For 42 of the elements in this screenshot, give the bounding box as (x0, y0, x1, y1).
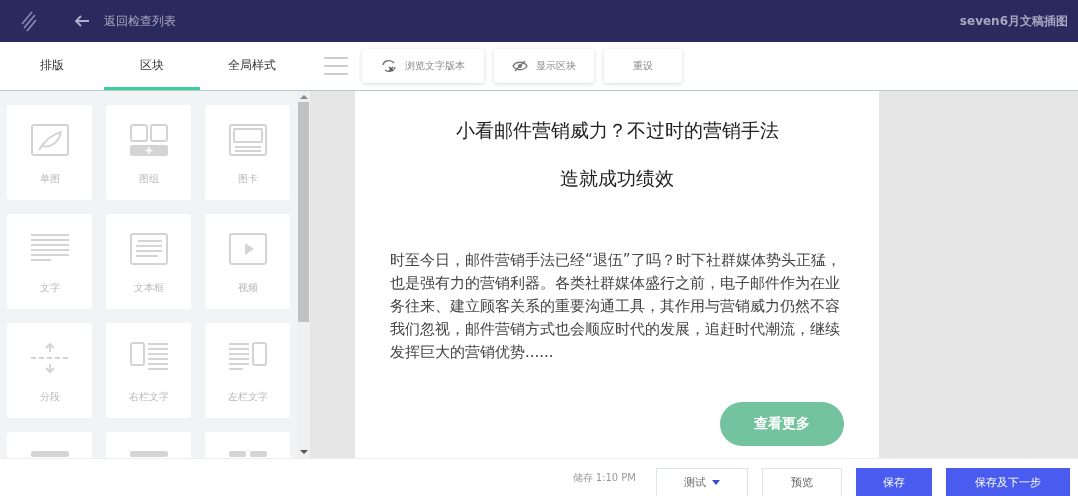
preview-title: 造就成功绩效 (560, 166, 674, 191)
block-card[interactable]: 文字 (7, 214, 92, 309)
block-card[interactable]: 右栏文字 (106, 323, 191, 418)
save-next-button[interactable]: 保存及下一步 (946, 468, 1070, 496)
block-card[interactable]: 分段 (7, 323, 92, 418)
scroll-up-icon[interactable] (299, 94, 308, 100)
back-link[interactable]: 返回检查列表 (104, 12, 176, 30)
document-title: seven6月文稿插图 (959, 12, 1068, 30)
preview-button[interactable]: 预览 (762, 468, 842, 496)
logo-icon (20, 10, 38, 32)
toolbar-button[interactable]: 显示区块 (494, 49, 594, 83)
image-card-icon (228, 124, 267, 156)
read-more-button[interactable]: 查看更多 (720, 402, 844, 446)
test-dropdown[interactable]: 测试 (656, 468, 748, 496)
scroll-down-icon[interactable] (299, 449, 308, 455)
divider-arrows-icon (30, 342, 69, 374)
bar-icon (30, 451, 69, 457)
image-icon (30, 124, 69, 156)
block-card[interactable]: 文本框 (106, 214, 191, 309)
toolbar-button[interactable]: 重设 (604, 49, 682, 83)
caret-icon (712, 480, 720, 485)
preview-paragraph: 时至今日，邮件营销手法已经“退伍”了吗？时下社群媒体势头正猛，也是强有力的营销利器。各类社群媒体盛行之前，电子邮件作为在业务往来、建立顾客关系的重要沟通工具，其作用与营销威力仍然不容我们忽视，邮件营销方式也会顺应时代的发展，追赶时代潮流，继续发挥巨大的营销优势...... (390, 250, 842, 363)
block-card[interactable]: 图卡 (205, 105, 290, 200)
video-icon (228, 233, 267, 265)
toolbar-button[interactable]: 浏览文字版本 (362, 49, 484, 83)
text-box-icon (129, 233, 168, 265)
panel-tab[interactable]: 排版 (4, 42, 100, 90)
panel-tab[interactable]: 全局样式 (204, 42, 300, 90)
preview-title: 小看邮件营销威力？不过时的营销手法 (455, 118, 779, 143)
refresh-x-icon (381, 59, 397, 73)
menu-icon[interactable] (324, 56, 348, 76)
eye-slash-icon (512, 60, 528, 72)
save-time: 储存 1:10 PM (572, 470, 636, 485)
save-button[interactable]: 保存 (856, 468, 932, 496)
block-card[interactable]: 左栏文字 (205, 323, 290, 418)
scrollbar-thumb[interactable] (298, 102, 309, 322)
image-group-icon (129, 124, 168, 156)
block-card[interactable]: 图组 (106, 105, 191, 200)
block-card[interactable]: 视频 (205, 214, 290, 309)
double-bar-icon (228, 451, 267, 457)
bar-icon (129, 451, 168, 457)
back-arrow-icon[interactable] (74, 15, 90, 27)
